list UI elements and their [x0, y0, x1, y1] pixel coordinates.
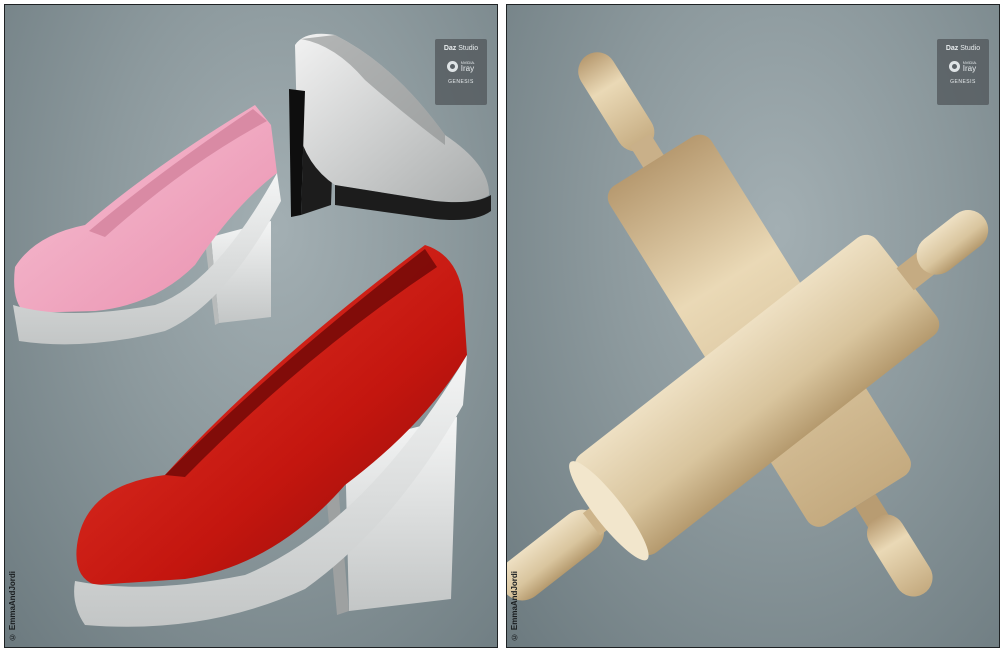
genesis-icon: GENESIS: [950, 79, 976, 85]
badge-renderer: NVIDIA. Iray: [460, 60, 476, 73]
rolling-pins-panel: Daz Studio NVIDIA. Iray GENESIS © EmmaAnd…: [506, 4, 1000, 648]
rolling-pins-scene: [507, 52, 989, 601]
shoes-scene: [13, 33, 491, 627]
copyright-text: © EmmaAndJordi: [8, 570, 17, 641]
nvidia-icon: [446, 61, 458, 72]
daz-studio-badge: Daz Studio NVIDIA. Iray GENESIS: [435, 39, 487, 105]
pink-shoe: [13, 105, 281, 345]
badge-renderer: NVIDIA. Iray: [962, 60, 978, 73]
nvidia-icon: [948, 61, 960, 72]
badge-brand: Daz Studio: [945, 45, 981, 52]
badge-brand: Daz Studio: [443, 45, 479, 52]
copyright-text: © EmmaAndJordi: [510, 570, 519, 641]
daz-studio-badge: Daz Studio NVIDIA. Iray GENESIS: [937, 39, 989, 105]
genesis-icon: GENESIS: [448, 79, 474, 85]
shoes-panel: Daz Studio NVIDIA. Iray GENESIS © EmmaAnd…: [4, 4, 498, 648]
